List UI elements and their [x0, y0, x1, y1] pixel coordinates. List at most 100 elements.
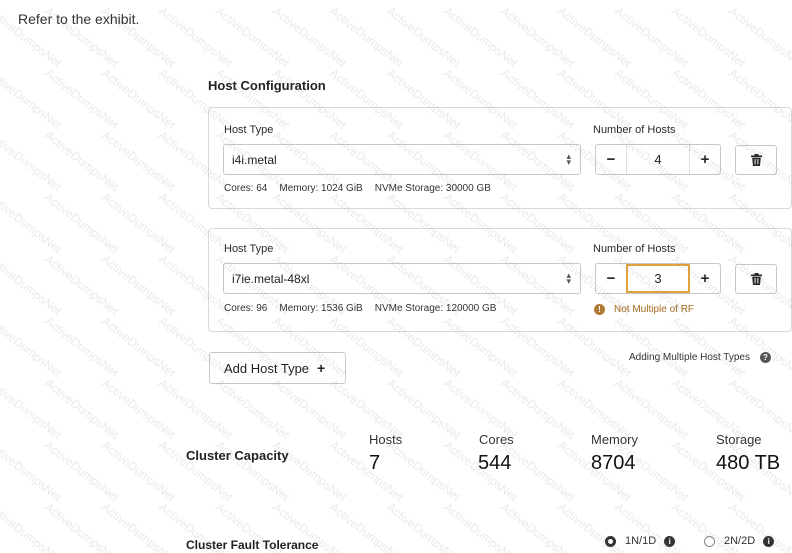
host-type-select[interactable]: i4i.metal ▴ ▾ — [223, 144, 581, 175]
watermark-text: ActiveDumpsNet — [213, 375, 293, 443]
trash-icon — [750, 273, 762, 285]
plus-icon: + — [317, 360, 326, 376]
host-config-title: Host Configuration — [208, 78, 326, 93]
decrement-button[interactable]: − — [596, 145, 626, 174]
watermark-text: ActiveDumpsNet — [555, 3, 635, 71]
watermark-text: ActiveDumpsNet — [498, 3, 578, 71]
info-icon[interactable]: i — [763, 535, 775, 547]
capacity-cores-value: 544 — [478, 452, 512, 474]
watermark-text: ActiveDumpsNet — [99, 127, 179, 195]
capacity-cores-label: Cores — [479, 432, 514, 447]
hosts-count-label: Number of Hosts — [593, 243, 676, 255]
spec-storage: NVMe Storage: 120000 GB — [374, 303, 497, 314]
watermark-text: ActiveDumpsNet — [270, 3, 350, 71]
watermark-text: ActiveDumpsNet — [99, 375, 179, 443]
delete-host-type-button[interactable] — [735, 145, 777, 175]
watermark-text: ActiveDumpsNet — [0, 65, 65, 133]
hosts-count-input[interactable]: 4 — [626, 145, 690, 174]
watermark-text: ActiveDumpsNet — [213, 3, 293, 71]
add-host-type-label: Add Host Type — [224, 360, 310, 376]
watermark-text: ActiveDumpsNet — [42, 127, 122, 195]
hosts-stepper: − 3 + — [595, 263, 721, 294]
watermark-text: ActiveDumpsNet — [156, 375, 236, 443]
watermark-text: ActiveDumpsNet — [0, 251, 65, 319]
host-type-select[interactable]: i7ie.metal-48xl ▴ ▾ — [223, 263, 581, 294]
watermark-text: ActiveDumpsNet — [270, 375, 350, 443]
watermark-text: ActiveDumpsNet — [612, 3, 692, 71]
watermark-text: ActiveDumpsNet — [669, 3, 749, 71]
delete-host-type-button[interactable] — [735, 264, 777, 294]
capacity-storage-value: 480 TB — [716, 452, 781, 474]
add-host-type-button[interactable]: Add Host Type + — [209, 352, 346, 384]
fault-tolerance-title: Cluster Fault Tolerance — [186, 538, 319, 552]
watermark-text: ActiveDumpsNet — [441, 499, 521, 553]
capacity-hosts-label: Hosts — [369, 432, 403, 447]
select-caret-icon: ▴ ▾ — [566, 270, 571, 286]
watermark-text: ActiveDumpsNet — [0, 499, 65, 553]
spec-memory: Memory: 1024 GiB — [279, 183, 363, 194]
watermark-text: ActiveDumpsNet — [327, 3, 407, 71]
watermark-text: ActiveDumpsNet — [99, 189, 179, 257]
watermark-text: ActiveDumpsNet — [99, 251, 179, 319]
capacity-memory-value: 8704 — [591, 452, 636, 474]
spec-cores: Cores: 64 — [224, 183, 268, 194]
spec-memory: Memory: 1536 GiB — [279, 303, 363, 314]
watermark-text: ActiveDumpsNet — [0, 127, 65, 195]
ft-option-2n2d[interactable]: 2N/2D i — [704, 535, 775, 547]
watermark-text: ActiveDumpsNet — [498, 499, 578, 553]
exhibit-intro: Refer to the exhibit. — [18, 11, 140, 27]
ft-option-1n1d[interactable]: 1N/1D i — [605, 535, 676, 547]
ft-option-label: 2N/2D — [724, 535, 756, 547]
host-specs: Cores: 96 Memory: 1536 GiB NVMe Storage: 1… — [224, 303, 508, 314]
host-type-value: i7ie.metal-48xl — [232, 271, 310, 286]
watermark-text: ActiveDumpsNet — [99, 65, 179, 133]
watermark-text: ActiveDumpsNet — [0, 437, 65, 505]
multiple-host-types-label: Adding Multiple Host Types — [629, 352, 750, 363]
host-type-label: Host Type — [224, 243, 274, 255]
host-type-label: Host Type — [224, 124, 274, 136]
watermark-text: ActiveDumpsNet — [384, 437, 464, 505]
watermark-text: ActiveDumpsNet — [42, 499, 122, 553]
warning-icon: ! — [594, 304, 605, 315]
watermark-text: ActiveDumpsNet — [441, 3, 521, 71]
host-type-card-1: Host Type i4i.metal ▴ ▾ Cores: 64 Memory: … — [208, 107, 792, 209]
capacity-memory-label: Memory — [591, 432, 638, 447]
multiple-host-types-help[interactable]: Adding Multiple Host Types ? — [629, 352, 771, 363]
hosts-count-label: Number of Hosts — [593, 124, 676, 136]
watermark-text: ActiveDumpsNet — [42, 251, 122, 319]
radio-unselected[interactable] — [704, 535, 715, 547]
host-type-card-2: Host Type i7ie.metal-48xl ▴ ▾ Cores: 96 Me… — [208, 228, 792, 332]
hosts-stepper: − 4 + — [595, 144, 721, 175]
capacity-storage-label: Storage — [716, 432, 762, 447]
cluster-capacity-title: Cluster Capacity — [186, 448, 289, 463]
watermark-text: ActiveDumpsNet — [327, 437, 407, 505]
host-specs: Cores: 64 Memory: 1024 GiB NVMe Storage: 3… — [224, 183, 503, 194]
spec-storage: NVMe Storage: 30000 GB — [374, 183, 491, 194]
radio-selected[interactable] — [605, 535, 616, 547]
help-icon[interactable]: ? — [760, 352, 771, 363]
watermark-text: ActiveDumpsNet — [42, 313, 122, 381]
capacity-hosts-value: 7 — [369, 452, 381, 474]
watermark-text: ActiveDumpsNet — [0, 375, 65, 443]
watermark-text: ActiveDumpsNet — [384, 3, 464, 71]
increment-button[interactable]: + — [690, 264, 720, 293]
host-type-value: i4i.metal — [232, 152, 277, 167]
watermark-text: ActiveDumpsNet — [156, 3, 236, 71]
watermark-text: ActiveDumpsNet — [99, 313, 179, 381]
watermark-text: ActiveDumpsNet — [384, 499, 464, 553]
watermark-text: ActiveDumpsNet — [42, 437, 122, 505]
info-icon[interactable]: i — [664, 535, 676, 547]
watermark-text: ActiveDumpsNet — [42, 375, 122, 443]
watermark-text: ActiveDumpsNet — [99, 499, 179, 553]
watermark-text: ActiveDumpsNet — [42, 65, 122, 133]
hosts-count-input[interactable]: 3 — [626, 264, 690, 293]
watermark-text: ActiveDumpsNet — [0, 189, 65, 257]
watermark-text: ActiveDumpsNet — [42, 189, 122, 257]
watermark-text: ActiveDumpsNet — [726, 3, 792, 71]
increment-button[interactable]: + — [690, 145, 720, 174]
watermark-text: ActiveDumpsNet — [0, 313, 65, 381]
watermark-text: ActiveDumpsNet — [327, 499, 407, 553]
decrement-button[interactable]: − — [596, 264, 626, 293]
trash-icon — [750, 154, 762, 166]
spec-cores: Cores: 96 — [224, 303, 268, 314]
